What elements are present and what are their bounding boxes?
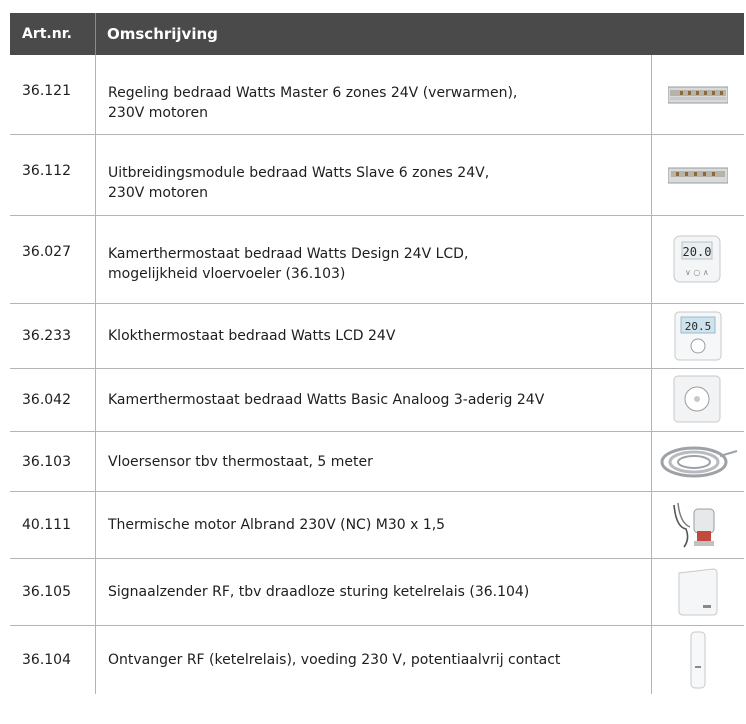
- article-number: 36.104: [10, 626, 96, 694]
- article-number: 36.233: [10, 304, 96, 368]
- design-thermostat-image: 20.0 ∨ ○ ∧: [652, 216, 744, 303]
- description: Kamerthermostaat bedraad Watts Basic Ana…: [96, 369, 652, 431]
- article-number: 36.027: [10, 216, 96, 303]
- table-row: 36.027 Kamerthermostaat bedraad Watts De…: [10, 216, 744, 304]
- thermostat-display-text: 20.5: [685, 320, 712, 333]
- rf-transmitter-image: [652, 559, 744, 625]
- article-number: 36.103: [10, 432, 96, 491]
- table-row: 36.233 Klokthermostaat bedraad Watts LCD…: [10, 304, 744, 369]
- table-header: Art.nr. Omschrijving: [10, 13, 744, 55]
- slave-module-image: [652, 135, 744, 215]
- table-row: 36.042 Kamerthermostaat bedraad Watts Ba…: [10, 369, 744, 432]
- analog-thermostat-image: [652, 369, 744, 431]
- table-row: 36.104 Ontvanger RF (ketelrelais), voedi…: [10, 626, 744, 694]
- master-controller-image: [652, 55, 744, 134]
- description: Vloersensor tbv thermostaat, 5 meter: [96, 432, 652, 491]
- table-row: 40.111 Thermische motor Albrand 230V (NC…: [10, 492, 744, 559]
- description: Regeling bedraad Watts Master 6 zones 24…: [96, 55, 652, 134]
- description: Uitbreidingsmodule bedraad Watts Slave 6…: [96, 135, 652, 215]
- rf-receiver-image: [652, 626, 744, 694]
- description: Ontvanger RF (ketelrelais), voeding 230 …: [96, 626, 652, 694]
- thermostat-display-text: 20.0: [683, 245, 712, 259]
- table-row: 36.105 Signaalzender RF, tbv draadloze s…: [10, 559, 744, 626]
- clock-thermostat-image: 20.5: [652, 304, 744, 368]
- article-number: 36.121: [10, 55, 96, 134]
- header-art-nr: Art.nr.: [10, 13, 96, 55]
- floor-sensor-cable-image: [652, 432, 744, 491]
- description: Klokthermostaat bedraad Watts LCD 24V: [96, 304, 652, 368]
- table-row: 36.112 Uitbreidingsmodule bedraad Watts …: [10, 135, 744, 216]
- article-number: 40.111: [10, 492, 96, 558]
- article-number: 36.105: [10, 559, 96, 625]
- table-row: 36.121 Regeling bedraad Watts Master 6 z…: [10, 55, 744, 135]
- table-row: 36.103 Vloersensor tbv thermostaat, 5 me…: [10, 432, 744, 492]
- article-number: 36.112: [10, 135, 96, 215]
- thermal-motor-image: [652, 492, 744, 558]
- product-table: Art.nr. Omschrijving 36.121 Regeling bed…: [10, 13, 744, 694]
- svg-text:∨ ○ ∧: ∨ ○ ∧: [685, 268, 709, 277]
- description: Thermische motor Albrand 230V (NC) M30 x…: [96, 492, 652, 558]
- description: Signaalzender RF, tbv draadloze sturing …: [96, 559, 652, 625]
- article-number: 36.042: [10, 369, 96, 431]
- description: Kamerthermostaat bedraad Watts Design 24…: [96, 216, 652, 303]
- header-omschrijving: Omschrijving: [107, 25, 218, 43]
